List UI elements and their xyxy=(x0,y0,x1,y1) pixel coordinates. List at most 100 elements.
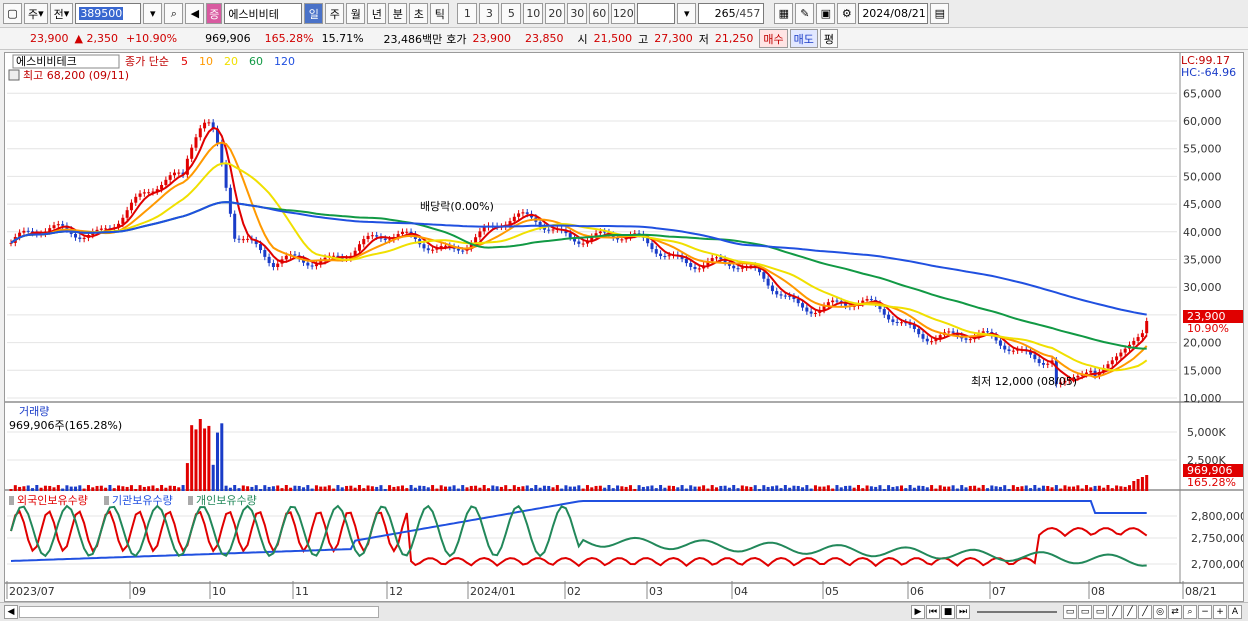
volume-bar xyxy=(65,485,69,491)
stock-name-field[interactable]: 에스비비테 xyxy=(224,3,303,24)
tool-icon-2[interactable]: ▭ xyxy=(1078,605,1092,619)
scroll-track[interactable] xyxy=(19,606,379,618)
candle-body xyxy=(78,237,82,239)
volume-bar xyxy=(172,485,176,491)
volume-bar xyxy=(164,487,168,491)
high-price: 27,300 xyxy=(654,32,693,45)
buy-button[interactable]: 매수 xyxy=(759,29,788,48)
interval-120[interactable]: 120 xyxy=(611,3,636,24)
zoom-slider[interactable] xyxy=(977,611,1057,613)
interval-20[interactable]: 20 xyxy=(545,3,566,24)
save-icon[interactable]: ▣ xyxy=(816,3,836,24)
legend-ma-120: 120 xyxy=(274,55,295,68)
volume-bar xyxy=(1127,485,1131,491)
candle-body xyxy=(813,312,817,314)
volume-bar xyxy=(745,486,749,491)
market-select[interactable]: 주 ▾ xyxy=(24,3,48,24)
holding-tick-label: 2,800,000 xyxy=(1191,510,1243,523)
volume-bar xyxy=(31,488,35,491)
count-input[interactable]: 265/457 xyxy=(698,3,765,24)
font-size-icon[interactable]: A xyxy=(1228,605,1242,619)
period-tick[interactable]: 틱 xyxy=(430,3,450,24)
volume-bar xyxy=(405,488,409,491)
tool-icon-6[interactable]: ╱ xyxy=(1138,605,1152,619)
interval-30[interactable]: 30 xyxy=(567,3,588,24)
volume-bar xyxy=(938,485,942,491)
candle-body xyxy=(422,244,426,249)
interval-5[interactable]: 5 xyxy=(501,3,522,24)
volume-bar xyxy=(844,485,848,491)
scroll-right-icon[interactable]: ▶ xyxy=(911,605,925,619)
volume-bar xyxy=(628,485,632,491)
draw-icon[interactable]: ✎ xyxy=(795,3,815,24)
candle-body xyxy=(925,338,929,342)
volume-bar xyxy=(633,488,637,491)
calendar-icon[interactable]: ▤ xyxy=(930,3,950,24)
eval-button[interactable]: 평 xyxy=(819,29,839,48)
interval-dropdown-icon[interactable]: ▾ xyxy=(677,3,697,24)
volume-bar xyxy=(108,485,112,491)
layout-icon[interactable]: ▢ xyxy=(3,3,22,24)
speaker-icon[interactable]: ◀ xyxy=(185,3,205,24)
period-month[interactable]: 월 xyxy=(346,3,366,24)
tool-icon-1[interactable]: ▭ xyxy=(1063,605,1077,619)
tool-icon-3[interactable]: ▭ xyxy=(1093,605,1107,619)
tool-icon-7[interactable]: ◎ xyxy=(1153,605,1167,619)
volume-bar xyxy=(327,485,331,491)
gear-icon[interactable]: ⚙ xyxy=(837,3,857,24)
volume-bar xyxy=(448,486,452,491)
volume-bar xyxy=(388,485,392,491)
candle-body xyxy=(899,322,903,324)
volume-bar xyxy=(86,485,90,491)
period-second[interactable]: 초 xyxy=(409,3,429,24)
first-icon[interactable]: ⏮ xyxy=(926,605,940,619)
sell-button[interactable]: 매도 xyxy=(789,29,818,48)
count-total: /457 xyxy=(735,7,761,20)
stock-chart[interactable]: 65,000 60,000 55,000 50,000 45,000 40,000 35,0… xyxy=(5,53,1243,601)
stop-icon[interactable]: ■ xyxy=(941,605,955,619)
prev-button[interactable]: 전 ▾ xyxy=(49,3,74,24)
candle-body xyxy=(310,265,314,267)
scroll-left-icon[interactable]: ◀ xyxy=(4,605,18,619)
tool-icon-5[interactable]: ╱ xyxy=(1123,605,1137,619)
zoom-out-icon[interactable]: − xyxy=(1198,605,1212,619)
zoom-in-icon[interactable]: + xyxy=(1213,605,1227,619)
interval-60[interactable]: 60 xyxy=(589,3,610,24)
period-day[interactable]: 일 xyxy=(304,3,324,24)
interval-1[interactable]: 1 xyxy=(457,3,478,24)
volume-bar xyxy=(228,487,232,491)
chart-area[interactable]: 65,000 60,000 55,000 50,000 45,000 40,000 35,0… xyxy=(4,52,1244,602)
interval-3[interactable]: 3 xyxy=(479,3,500,24)
candle-body xyxy=(370,235,374,237)
volume-bar xyxy=(194,429,198,491)
volume-note: 969,906주(165.28%) xyxy=(9,419,122,432)
candle-body xyxy=(1106,364,1110,369)
code-dropdown-icon[interactable]: ▾ xyxy=(143,3,163,24)
volume-bar xyxy=(878,485,882,491)
code-input[interactable]: 389500 xyxy=(75,3,142,24)
period-year[interactable]: 년 xyxy=(367,3,387,24)
candle-body xyxy=(383,238,387,240)
tool-icon-8[interactable]: ⇄ xyxy=(1168,605,1182,619)
last-icon[interactable]: ⏭ xyxy=(956,605,970,619)
candle-body xyxy=(203,122,207,129)
volume-bar xyxy=(650,485,654,491)
period-minute[interactable]: 분 xyxy=(388,3,408,24)
interval-10[interactable]: 10 xyxy=(523,3,544,24)
volume-bar xyxy=(310,488,314,491)
interval-custom-input[interactable] xyxy=(637,3,676,24)
period-week[interactable]: 주 xyxy=(325,3,345,24)
zoom-search-icon[interactable]: ⌕ xyxy=(1183,605,1197,619)
x-axis-label: 10 xyxy=(212,585,226,598)
date-input[interactable]: 2024/08/21 xyxy=(858,3,929,24)
volume-bar xyxy=(211,464,215,491)
volume-bar xyxy=(947,486,951,491)
price-change-pct: +10.90% xyxy=(125,32,178,45)
candle-body xyxy=(104,228,108,230)
search-icon[interactable]: ⌕ xyxy=(164,3,184,24)
tool-icon-4[interactable]: ╱ xyxy=(1108,605,1122,619)
grid-icon[interactable]: ▦ xyxy=(774,3,794,24)
candle-body xyxy=(267,256,271,264)
volume-bar xyxy=(456,488,460,491)
chart-scrollbar[interactable]: ◀ ▶ ⏮ ■ ⏭ ▭ ▭ ▭ ╱ ╱ ╱ ◎ ⇄ ⌕ − + A xyxy=(0,602,1248,621)
